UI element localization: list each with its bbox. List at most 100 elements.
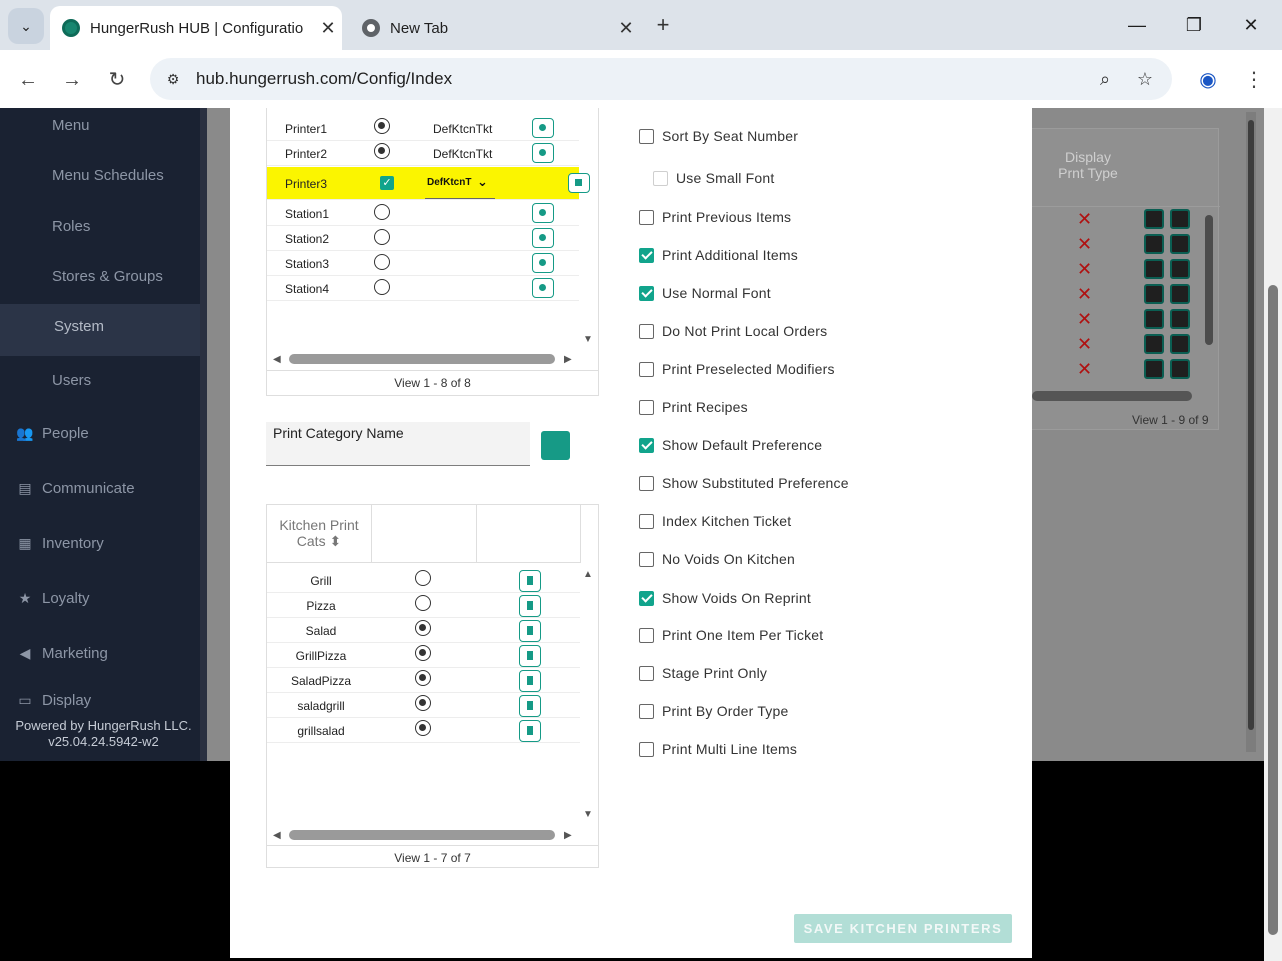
option-print-additional-items[interactable]: Print Additional Items [639,244,798,266]
profile-icon[interactable]: ◉ [1194,66,1222,94]
printers-grid-hscroll[interactable] [289,354,555,364]
url-text[interactable]: hub.hungerrush.com/Config/Index [196,69,452,89]
bookmark-star-icon[interactable]: ☆ [1133,67,1157,91]
option-show-default-preference[interactable]: Show Default Preference [639,434,822,456]
back-icon[interactable]: ← [14,66,42,94]
option-use-normal-font[interactable]: Use Normal Font [639,282,771,304]
table-row[interactable]: Printer2 DefKtcnTkt [267,141,579,166]
printer-radio[interactable] [374,254,390,270]
table-row[interactable]: Salad [267,618,580,643]
trash-icon[interactable] [519,620,541,642]
table-row[interactable]: Pizza [267,593,580,618]
sidebar-item-display[interactable]: ▭ Display [0,688,200,712]
save-row-icon[interactable] [568,173,590,193]
page-scroll-thumb[interactable] [1268,285,1278,935]
scroll-down-icon[interactable]: ▼ [583,334,593,345]
sidebar-item-roles[interactable]: Roles [0,209,200,259]
option-print-previous-items[interactable]: Print Previous Items [639,206,791,228]
ticket-type-select[interactable]: DefKtcnT ⌄ [425,174,495,199]
scroll-down-icon[interactable]: ▼ [583,809,593,820]
checkbox[interactable] [639,323,654,339]
checkbox[interactable] [639,209,654,225]
gear-icon[interactable] [532,228,554,248]
tab-search-button[interactable]: ⌄ [8,8,44,44]
option-show-substituted-preference[interactable]: Show Substituted Preference [639,472,849,494]
table-row[interactable]: grillsalad [267,718,580,743]
tab-active[interactable]: HungerRush HUB | Configuratio ✕ [50,6,342,50]
printer-radio[interactable] [374,279,390,295]
table-row[interactable]: GrillPizza [267,643,580,668]
scroll-right-icon[interactable]: ▶ [564,354,572,365]
checkbox[interactable] [639,475,654,491]
minimize-icon[interactable]: — [1122,12,1152,38]
trash-icon[interactable] [519,695,541,717]
category-radio[interactable] [415,620,431,636]
sidebar-item-menu-schedules[interactable]: Menu Schedules [0,158,200,208]
option-print-multi-line-items[interactable]: Print Multi Line Items [639,738,797,760]
print-category-name-field[interactable]: Print Category Name [266,422,530,466]
new-tab-icon[interactable]: + [650,12,676,38]
trash-icon[interactable] [519,670,541,692]
scroll-left-icon[interactable]: ◀ [273,830,281,841]
table-row-editing[interactable]: Printer3 ✓ DefKtcnT ⌄ [267,167,590,200]
option-show-voids-on-reprint[interactable]: Show Voids On Reprint [639,587,811,609]
site-settings-icon[interactable]: ⚙ [162,68,184,90]
address-bar[interactable]: ⚙ hub.hungerrush.com/Config/Index ⌕ ☆ [150,58,1172,100]
category-radio[interactable] [415,670,431,686]
checkbox[interactable] [639,399,654,415]
sidebar-item-people[interactable]: 👥 People [0,413,200,453]
scroll-left-icon[interactable]: ◀ [273,354,281,365]
trash-icon[interactable] [519,595,541,617]
sidebar-item-communicate[interactable]: ▤ Communicate [0,468,200,508]
sidebar-item-system[interactable]: System [0,304,200,356]
gear-icon[interactable] [532,278,554,298]
table-row[interactable]: SaladPizza [267,668,580,693]
checkbox[interactable] [639,247,654,263]
checkbox[interactable] [639,128,654,144]
table-row[interactable]: Station1 [267,201,579,226]
checkbox[interactable] [639,590,654,606]
option-stage-print-only[interactable]: Stage Print Only [639,662,767,684]
category-radio[interactable] [415,595,431,611]
table-row[interactable]: Grill [267,568,580,593]
option-print-by-order-type[interactable]: Print By Order Type [639,700,788,722]
sidebar-item-inventory[interactable]: ▦ Inventory [0,523,200,563]
trash-icon[interactable] [519,720,541,742]
option-sort-by-seat-number[interactable]: Sort By Seat Number [639,125,798,147]
printer-radio[interactable] [374,204,390,220]
sidebar-item-menu[interactable]: Menu [0,108,200,158]
printer-radio[interactable] [374,143,390,159]
checkbox[interactable] [639,285,654,301]
checkbox[interactable] [639,703,654,719]
sidebar-item-users[interactable]: Users [0,363,200,413]
table-row[interactable]: Station4 [267,276,579,301]
gear-icon[interactable] [532,118,554,138]
checkbox[interactable] [639,361,654,377]
category-radio[interactable] [415,570,431,586]
gear-icon[interactable] [532,203,554,223]
table-row[interactable]: Printer1 DefKtcnTkt [267,116,579,141]
checkbox[interactable] [639,627,654,643]
category-radio[interactable] [415,720,431,736]
trash-icon[interactable] [519,645,541,667]
sidebar-scrollbar[interactable] [200,108,207,761]
option-do-not-print-local-orders[interactable]: Do Not Print Local Orders [639,320,827,342]
tab-inactive[interactable]: New Tab ✕ [350,6,640,50]
trash-icon[interactable] [519,570,541,592]
reload-icon[interactable]: ↻ [103,66,131,94]
option-use-small-font[interactable]: Use Small Font [653,167,775,189]
option-no-voids-on-kitchen[interactable]: No Voids On Kitchen [639,548,795,570]
category-radio[interactable] [415,695,431,711]
close-window-icon[interactable]: ✕ [1236,12,1266,38]
gear-icon[interactable] [532,253,554,273]
scroll-up-icon[interactable]: ▲ [583,569,593,580]
table-row[interactable]: saladgrill [267,693,580,718]
sidebar-item-marketing[interactable]: ◀ Marketing [0,633,200,673]
checkbox[interactable] [653,170,668,186]
scroll-right-icon[interactable]: ▶ [564,830,572,841]
restore-icon[interactable]: ❐ [1179,12,1209,38]
printer-radio[interactable] [374,229,390,245]
add-category-button[interactable] [541,431,570,460]
gear-icon[interactable] [532,143,554,163]
forward-icon[interactable]: → [58,66,86,94]
